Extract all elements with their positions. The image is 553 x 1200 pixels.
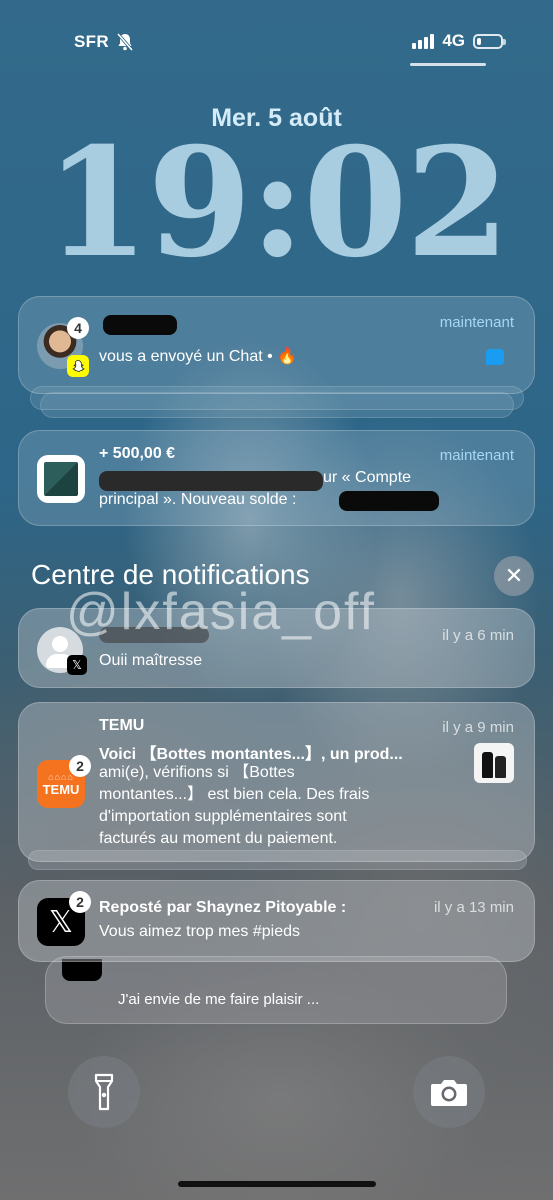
notification-time: il y a 9 min — [442, 719, 514, 736]
notification-title: Voici 【Bottes montantes...】, un prod... — [99, 746, 403, 763]
notification-temu[interactable]: ⌂⌂⌂⌂ TEMU 2 TEMU il y a 9 min Voici 【Bot… — [18, 702, 535, 862]
watermark: @lxfasia_off — [66, 583, 376, 641]
flashlight-icon — [94, 1073, 114, 1111]
notification-x-stacked[interactable]: J'ai envie de me faire plaisir ... — [45, 956, 507, 1024]
redacted-text — [99, 471, 323, 491]
notification-time: il y a 6 min — [442, 627, 514, 644]
redacted-balance — [339, 491, 439, 511]
notification-time: maintenant — [439, 314, 514, 331]
signal-icon — [412, 33, 435, 49]
status-carrier: SFR — [74, 32, 135, 52]
lock-time: 19:02 — [45, 115, 510, 291]
notification-snapchat[interactable]: 4 maintenant vous a envoyé un Chat • 🔥 — [18, 296, 535, 394]
redacted-sender — [103, 315, 177, 335]
notification-body-line: ami(e), vérifions si 【Bottes — [99, 764, 295, 781]
notification-body: vous a envoyé un Chat • 🔥 — [99, 348, 298, 365]
camera-icon — [431, 1080, 467, 1106]
notification-count-badge: 2 — [69, 891, 91, 913]
bank-app-icon — [37, 455, 85, 503]
notification-body-line1: ur « Compte — [323, 469, 412, 486]
carrier-label: SFR — [74, 32, 109, 51]
x-icon — [62, 959, 102, 981]
battery-icon — [473, 33, 506, 49]
notification-count-badge: 2 — [69, 755, 91, 777]
product-thumbnail — [474, 743, 514, 783]
notification-body-line2: principal ». Nouveau solde : — [99, 491, 297, 508]
notification-body-line: d'importation supplémentaires sont — [99, 808, 347, 825]
notification-x-repost[interactable]: 𝕏 2 Reposté par Shaynez Pitoyable : il y… — [18, 880, 535, 962]
notification-count-badge: 4 — [67, 317, 89, 339]
control-center-indicator[interactable] — [410, 63, 486, 66]
close-icon: ✕ — [504, 563, 524, 588]
flashlight-button[interactable] — [68, 1056, 140, 1128]
notification-title: Reposté par Shaynez Pitoyable : — [99, 899, 347, 916]
notification-body: Vous aimez trop mes #pieds — [99, 923, 300, 940]
x-app-badge-icon: 𝕏 — [67, 655, 87, 675]
notification-sender: TEMU — [99, 717, 145, 734]
temu-icon-text: TEMU — [42, 781, 80, 797]
home-indicator[interactable] — [178, 1181, 376, 1187]
snapchat-icon — [67, 355, 89, 377]
notification-time: maintenant — [439, 447, 514, 464]
status-right: 4G — [412, 31, 506, 51]
notification-bank[interactable]: + 500,00 € maintenant ur « Compte princi… — [18, 430, 535, 526]
chat-bubble-icon — [486, 349, 504, 365]
notification-body-line: facturés au moment du paiement. — [99, 830, 338, 847]
notification-body: Ouii maîtresse — [99, 652, 203, 669]
notification-title: + 500,00 € — [99, 445, 176, 462]
camera-button[interactable] — [413, 1056, 485, 1128]
network-label: 4G — [442, 31, 465, 50]
battery-fill — [477, 37, 481, 45]
notification-body: J'ai envie de me faire plaisir ... — [118, 991, 320, 1008]
close-button[interactable]: ✕ — [494, 556, 534, 596]
notification-time: il y a 13 min — [433, 899, 514, 916]
mute-bell-icon — [116, 32, 134, 52]
notification-body-line: montantes...】 est bien cela. Des frais — [99, 786, 370, 803]
